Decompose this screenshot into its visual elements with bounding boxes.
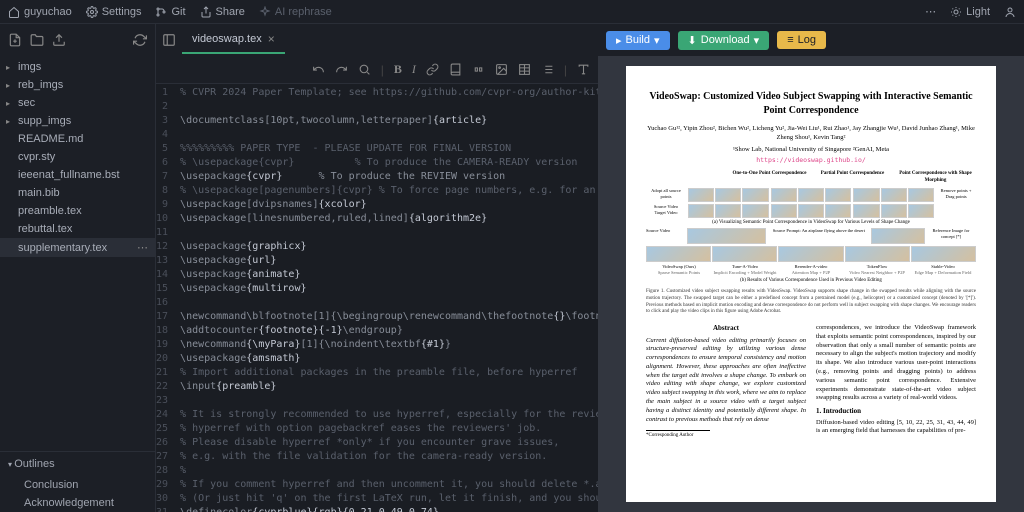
- new-folder-icon[interactable]: [30, 33, 44, 47]
- paper-authors: Yuchao Gu¹², Yipin Zhou², Bichen Wu², Li…: [646, 125, 976, 143]
- sidebar: imgsreb_imgssecsupp_imgsREADME.mdcvpr.st…: [0, 24, 156, 512]
- upload-icon[interactable]: [52, 33, 66, 47]
- figure-row: Source VideoTarget Video: [646, 204, 976, 218]
- file-item[interactable]: reb_imgs: [0, 76, 155, 94]
- image-icon[interactable]: [495, 63, 508, 76]
- figure-caption: Figure 1. Customized video subject swapp…: [646, 289, 976, 316]
- tab-active[interactable]: videoswap.tex ×: [182, 26, 285, 54]
- cite-icon[interactable]: [472, 63, 485, 76]
- editor-toolbar: | B I |: [156, 56, 598, 84]
- account-button[interactable]: [1004, 6, 1016, 18]
- user-icon: [1004, 6, 1016, 18]
- ai-button[interactable]: AI rephrase: [259, 6, 332, 18]
- bold-icon[interactable]: B: [394, 62, 402, 77]
- user-label: guyuchao: [24, 6, 72, 18]
- file-item[interactable]: ieeenat_fullname.bst: [0, 166, 155, 184]
- figure-headers: One-to-One Point Correspondence Partial …: [646, 171, 976, 185]
- file-item[interactable]: main.bib: [0, 184, 155, 202]
- figure-row: Source Video Source Prompt: An airplane …: [646, 228, 976, 244]
- paper-url: https://videoswap.github.io/: [646, 156, 976, 165]
- build-button[interactable]: ▸ Build ▾: [606, 31, 670, 50]
- file-item[interactable]: preamble.tex: [0, 202, 155, 220]
- sun-icon: [950, 6, 962, 18]
- reference-icon[interactable]: [449, 63, 462, 76]
- abstract-heading: Abstract: [646, 324, 806, 333]
- log-button[interactable]: ≡ Log: [777, 31, 826, 49]
- file-item[interactable]: sec: [0, 94, 155, 112]
- explorer-icon[interactable]: [162, 33, 176, 47]
- home-button[interactable]: guyuchao: [8, 6, 72, 18]
- undo-icon[interactable]: [312, 63, 325, 76]
- outline-item[interactable]: Acknowledgement: [0, 494, 155, 512]
- top-bar: guyuchao Settings Git Share AI rephrase …: [0, 0, 1024, 24]
- figure-row: [646, 246, 976, 262]
- file-item[interactable]: imgs: [0, 58, 155, 76]
- share-icon: [200, 6, 212, 18]
- outline-header[interactable]: Outlines: [0, 452, 155, 476]
- refresh-icon[interactable]: [133, 33, 147, 47]
- tab-label: videoswap.tex: [192, 33, 262, 45]
- git-icon: [155, 6, 167, 18]
- file-item[interactable]: README.md: [0, 130, 155, 148]
- italic-icon[interactable]: I: [412, 62, 416, 77]
- share-button[interactable]: Share: [200, 6, 245, 18]
- pdf-page: VideoSwap: Customized Video Subject Swap…: [626, 66, 996, 502]
- pdf-pane: ▸ Build ▾ ⬇ Download ▾ ≡ Log VideoSwap: …: [598, 24, 1024, 512]
- sidebar-toolbar: [0, 24, 155, 56]
- file-item[interactable]: supplementary.tex⋯: [0, 238, 155, 257]
- abstract-text: Current diffusion-based video editing pr…: [646, 337, 806, 425]
- download-button[interactable]: ⬇ Download ▾: [678, 31, 770, 50]
- table-icon[interactable]: [518, 63, 531, 76]
- link-icon[interactable]: [426, 63, 439, 76]
- editor-pane: videoswap.tex × | B I | 1 2 3 4 5 6 7 8 …: [156, 24, 598, 512]
- list-icon[interactable]: [541, 63, 554, 76]
- code-editor[interactable]: 1 2 3 4 5 6 7 8 9 10 11 12 13 14 15 16 1…: [156, 84, 598, 512]
- more-menu[interactable]: ⋯: [925, 5, 936, 18]
- pdf-toolbar: ▸ Build ▾ ⬇ Download ▾ ≡ Log: [598, 24, 1024, 56]
- pdf-viewer[interactable]: VideoSwap: Customized Video Subject Swap…: [598, 56, 1024, 512]
- theme-toggle[interactable]: Light: [950, 6, 990, 18]
- paper-affiliation: ¹Show Lab, National University of Singap…: [646, 146, 976, 155]
- file-item[interactable]: supp_imgs: [0, 112, 155, 130]
- file-item[interactable]: cvpr.sty: [0, 148, 155, 166]
- tab-bar: videoswap.tex ×: [156, 24, 598, 56]
- footnote: *Corresponding Author: [646, 430, 710, 440]
- sparkle-icon: [259, 6, 271, 18]
- paragraph: Diffusion-based video editing [5, 10, 22…: [816, 419, 976, 437]
- close-icon[interactable]: ×: [268, 32, 275, 46]
- section-heading: 1. Introduction: [816, 407, 976, 416]
- paper-title: VideoSwap: Customized Video Subject Swap…: [646, 90, 976, 117]
- outline-item[interactable]: Conclusion: [0, 476, 155, 494]
- redo-icon[interactable]: [335, 63, 348, 76]
- home-icon: [8, 6, 20, 18]
- search-icon[interactable]: [358, 63, 371, 76]
- paragraph: correspondences, we introduce the VideoS…: [816, 324, 976, 403]
- file-tree[interactable]: imgsreb_imgssecsupp_imgsREADME.mdcvpr.st…: [0, 56, 155, 451]
- format-icon[interactable]: [577, 63, 590, 76]
- gear-icon: [86, 6, 98, 18]
- settings-button[interactable]: Settings: [86, 6, 142, 18]
- file-item[interactable]: rebuttal.tex: [0, 220, 155, 238]
- new-file-icon[interactable]: [8, 33, 22, 47]
- git-button[interactable]: Git: [155, 6, 185, 18]
- figure-row: Adopt all source points Remove points + …: [646, 188, 976, 202]
